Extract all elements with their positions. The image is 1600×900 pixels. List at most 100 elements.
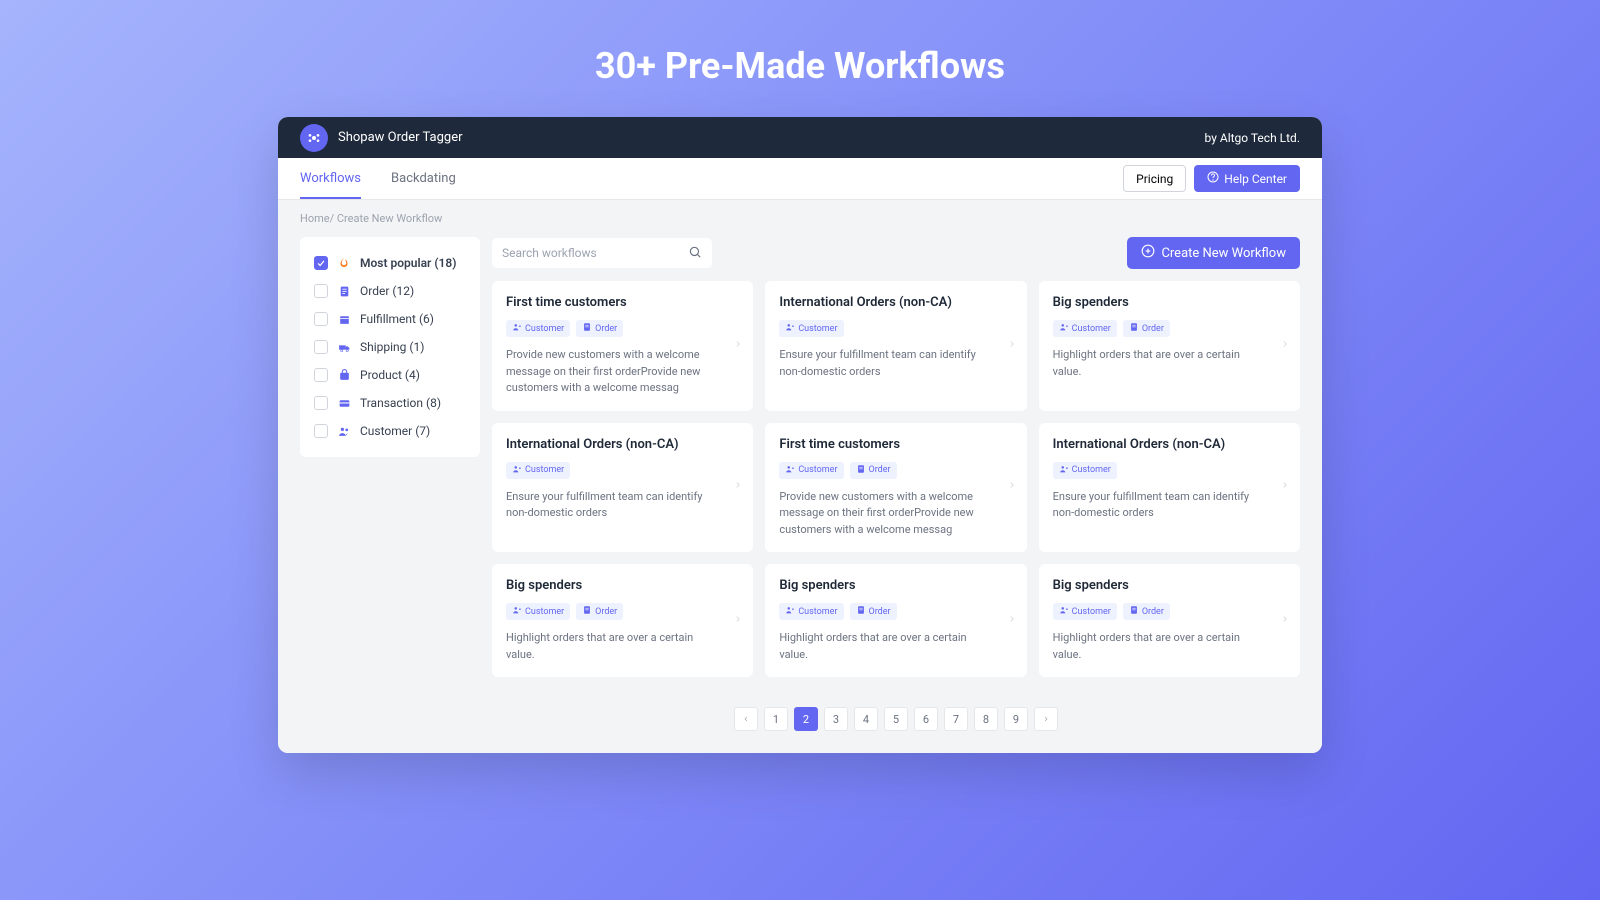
card-tags: Customer Order [1053,320,1286,337]
search-icon [688,244,702,263]
card-tags: Customer Order [506,603,739,620]
filter-label: Shipping (1) [360,340,424,354]
fire-icon [336,256,352,270]
tag-label: Customer [525,465,564,475]
filter-product[interactable]: Product (4) [310,361,470,389]
filter-label: Most popular (18) [360,256,456,270]
filter-customer[interactable]: Customer (7) [310,417,470,445]
chevron-right-icon [1280,336,1290,356]
customer-icon [1059,464,1069,477]
page-4[interactable]: 4 [854,707,878,731]
tag-label: Customer [1072,465,1111,475]
card-description: Ensure your fulfillment team can identif… [1053,489,1286,522]
filter-label: Customer (7) [360,424,430,438]
workflow-card[interactable]: Big spenders Customer Order Highlight order… [765,564,1026,677]
customer-icon [336,425,352,438]
page-7[interactable]: 7 [944,707,968,731]
tag-customer: Customer [779,603,843,620]
help-center-button[interactable]: Help Center [1194,165,1300,192]
breadcrumb-current: Create New Workflow [337,212,442,225]
filter-order[interactable]: Order (12) [310,277,470,305]
order-icon [336,285,352,298]
card-title: Big spenders [1053,578,1286,593]
page-next[interactable] [1034,707,1058,731]
tag-customer: Customer [1053,462,1117,479]
workflow-card[interactable]: International Orders (non-CA)CustomerEns… [1039,423,1300,553]
tag-order: Order [1123,320,1170,337]
product-icon [336,369,352,382]
workflow-card[interactable]: International Orders (non-CA)CustomerEns… [492,423,753,553]
tag-label: Order [1142,324,1164,334]
page-1[interactable]: 1 [764,707,788,731]
tab-backdating[interactable]: Backdating [391,158,456,199]
page-3[interactable]: 3 [824,707,848,731]
order-icon [1129,605,1139,618]
tag-order: Order [576,603,623,620]
card-title: Big spenders [779,578,1012,593]
workflow-card[interactable]: Big spenders Customer Order Highlight order… [1039,281,1300,411]
app-header: Shopaw Order Tagger by Altgo Tech Ltd. [278,117,1322,158]
breadcrumb-home[interactable]: Home [300,212,330,225]
chevron-right-icon [1007,611,1017,631]
nav-actions: Pricing Help Center [1123,165,1300,192]
customer-icon [785,464,795,477]
page-9[interactable]: 9 [1004,707,1028,731]
card-description: Provide new customers with a welcome mes… [506,347,739,397]
page-5[interactable]: 5 [884,707,908,731]
page-prev[interactable] [734,707,758,731]
filter-label: Fulfillment (6) [360,312,434,326]
card-title: Big spenders [1053,295,1286,310]
page-2[interactable]: 2 [794,707,818,731]
app-window: Shopaw Order Tagger by Altgo Tech Ltd. W… [278,117,1322,753]
workflow-card[interactable]: First time customersCustomerOrderProvide… [492,281,753,411]
filter-most-popular[interactable]: Most popular (18) [310,249,470,277]
customer-icon [1059,605,1069,618]
workflow-card[interactable]: Big spendersCustomerOrderHighlight order… [492,564,753,677]
filter-shipping[interactable]: Shipping (1) [310,333,470,361]
card-tags: Customer Order [779,603,1012,620]
card-description: Highlight orders that are over a certain… [779,630,1012,663]
customer-icon [512,464,522,477]
card-description: Highlight orders that are over a certain… [1053,347,1286,380]
chevron-right-icon [1007,336,1017,356]
tag-order: Order [576,320,623,337]
question-icon [1207,171,1219,186]
checkbox-icon [314,256,328,270]
app-vendor: by Altgo Tech Ltd. [1205,131,1300,145]
card-description: Ensure your fulfillment team can identif… [779,347,1012,380]
tag-customer: Customer [506,462,570,479]
tab-workflows[interactable]: Workflows [300,158,361,199]
customer-icon [512,605,522,618]
filter-transaction[interactable]: Transaction (8) [310,389,470,417]
tag-label: Customer [525,607,564,617]
workflow-card[interactable]: Big spendersCustomerOrderHighlight order… [1039,564,1300,677]
tag-label: Customer [798,465,837,475]
card-description: Ensure your fulfillment team can identif… [506,489,739,522]
tag-label: Order [869,607,891,617]
pricing-button[interactable]: Pricing [1123,165,1186,192]
customer-icon [512,322,522,335]
workflow-card[interactable]: International Orders (non-CA)CustomerEns… [765,281,1026,411]
card-title: First time customers [506,295,739,310]
create-workflow-button[interactable]: Create New Workflow [1127,237,1300,269]
tag-customer: Customer [506,603,570,620]
search-input[interactable] [502,246,688,260]
shipping-icon [336,341,352,354]
tag-customer: Customer [1053,603,1117,620]
chevron-right-icon [733,336,743,356]
order-icon [582,605,592,618]
tag-label: Customer [1072,324,1111,334]
fulfill-icon [336,313,352,326]
search-box[interactable] [492,238,712,268]
workflow-card[interactable]: First time customersCustomerOrderProvide… [765,423,1026,553]
filter-fulfillment[interactable]: Fulfillment (6) [310,305,470,333]
page-6[interactable]: 6 [914,707,938,731]
customer-icon [785,605,795,618]
checkbox-icon [314,340,328,354]
order-icon [1129,322,1139,335]
nav-tabs: Workflows Backdating [300,158,456,199]
app-brand: Shopaw Order Tagger [300,124,463,152]
pagination: 123456789 [492,707,1300,731]
page-8[interactable]: 8 [974,707,998,731]
tag-order: Order [850,603,897,620]
